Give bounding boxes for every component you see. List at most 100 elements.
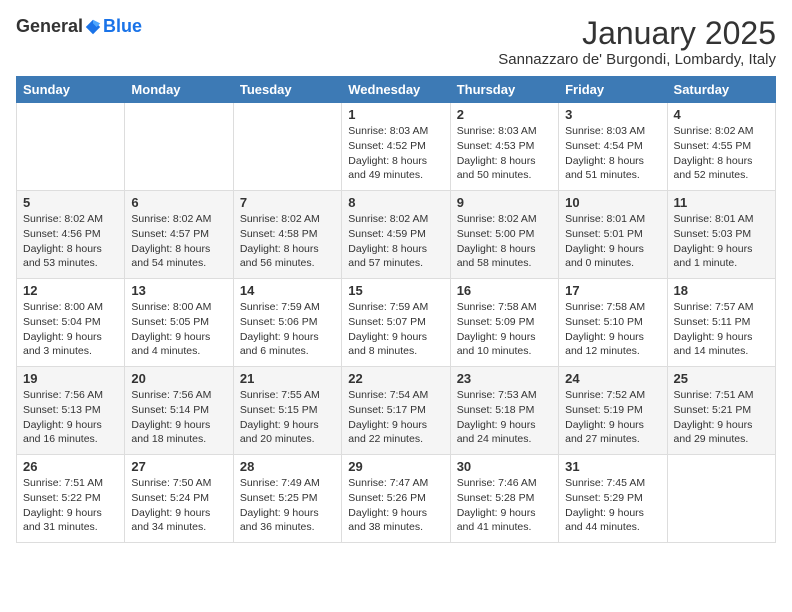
calendar-cell — [17, 103, 125, 191]
day-info: Sunrise: 8:02 AM Sunset: 4:58 PM Dayligh… — [240, 212, 335, 271]
title-block: January 2025 Sannazzaro de' Burgondi, Lo… — [498, 16, 776, 68]
calendar-cell: 8 Sunrise: 8:02 AM Sunset: 4:59 PM Daylig… — [342, 191, 450, 279]
day-info: Sunrise: 7:59 AM Sunset: 5:06 PM Dayligh… — [240, 300, 335, 359]
day-number: 22 — [348, 371, 443, 386]
calendar-cell: 11Sunrise: 8:01 AM Sunset: 5:03 PM Dayli… — [667, 191, 775, 279]
calendar-cell: 22Sunrise: 7:54 AM Sunset: 5:17 PM Dayli… — [342, 367, 450, 455]
day-number: 25 — [674, 371, 769, 386]
day-info: Sunrise: 7:59 AM Sunset: 5:07 PM Dayligh… — [348, 300, 443, 359]
day-number: 8 — [348, 195, 443, 210]
day-info: Sunrise: 7:57 AM Sunset: 5:11 PM Dayligh… — [674, 300, 769, 359]
day-info: Sunrise: 7:56 AM Sunset: 5:13 PM Dayligh… — [23, 388, 118, 447]
calendar-cell: 27 Sunrise: 7:50 AM Sunset: 5:24 PM Dayli… — [125, 455, 233, 543]
day-info: Sunrise: 7:56 AM Sunset: 5:14 PM Dayligh… — [131, 388, 226, 447]
weekday-header: Sunday — [17, 77, 125, 103]
calendar-cell: 17 Sunrise: 7:58 AM Sunset: 5:10 PM Dayli… — [559, 279, 667, 367]
calendar-cell: 6 Sunrise: 8:02 AM Sunset: 4:57 PM Daylig… — [125, 191, 233, 279]
calendar-cell: 4Sunrise: 8:02 AM Sunset: 4:55 PM Daylig… — [667, 103, 775, 191]
logo-general-text: General — [16, 16, 83, 37]
day-info: Sunrise: 7:53 AM Sunset: 5:18 PM Dayligh… — [457, 388, 552, 447]
calendar-cell: 15 Sunrise: 7:59 AM Sunset: 5:07 PM Dayli… — [342, 279, 450, 367]
weekday-header: Tuesday — [233, 77, 341, 103]
calendar-week-row: 19 Sunrise: 7:56 AM Sunset: 5:13 PM Dayli… — [17, 367, 776, 455]
day-number: 27 — [131, 459, 226, 474]
day-number: 18 — [674, 283, 769, 298]
month-title: January 2025 — [498, 16, 776, 51]
day-info: Sunrise: 7:52 AM Sunset: 5:19 PM Dayligh… — [565, 388, 660, 447]
calendar-cell: 28 Sunrise: 7:49 AM Sunset: 5:25 PM Dayli… — [233, 455, 341, 543]
calendar-cell: 1 Sunrise: 8:03 AM Sunset: 4:52 PM Daylig… — [342, 103, 450, 191]
day-number: 13 — [131, 283, 226, 298]
day-number: 16 — [457, 283, 552, 298]
weekday-header: Friday — [559, 77, 667, 103]
day-info: Sunrise: 8:01 AM Sunset: 5:01 PM Dayligh… — [565, 212, 660, 271]
day-number: 7 — [240, 195, 335, 210]
day-info: Sunrise: 8:00 AM Sunset: 5:04 PM Dayligh… — [23, 300, 118, 359]
day-number: 3 — [565, 107, 660, 122]
day-number: 1 — [348, 107, 443, 122]
calendar-cell: 10 Sunrise: 8:01 AM Sunset: 5:01 PM Dayli… — [559, 191, 667, 279]
page-header: General Blue January 2025 Sannazzaro de'… — [16, 16, 776, 68]
logo-blue-text: Blue — [103, 16, 142, 37]
calendar-cell: 2 Sunrise: 8:03 AM Sunset: 4:53 PM Daylig… — [450, 103, 558, 191]
day-number: 30 — [457, 459, 552, 474]
day-number: 6 — [131, 195, 226, 210]
calendar-cell: 13Sunrise: 8:00 AM Sunset: 5:05 PM Dayli… — [125, 279, 233, 367]
day-number: 20 — [131, 371, 226, 386]
day-number: 26 — [23, 459, 118, 474]
calendar-week-row: 1 Sunrise: 8:03 AM Sunset: 4:52 PM Daylig… — [17, 103, 776, 191]
day-info: Sunrise: 8:02 AM Sunset: 4:57 PM Dayligh… — [131, 212, 226, 271]
day-number: 10 — [565, 195, 660, 210]
day-info: Sunrise: 8:02 AM Sunset: 4:56 PM Dayligh… — [23, 212, 118, 271]
calendar-cell: 7 Sunrise: 8:02 AM Sunset: 4:58 PM Daylig… — [233, 191, 341, 279]
day-number: 17 — [565, 283, 660, 298]
calendar-cell: 19 Sunrise: 7:56 AM Sunset: 5:13 PM Dayli… — [17, 367, 125, 455]
calendar-cell: 16 Sunrise: 7:58 AM Sunset: 5:09 PM Dayli… — [450, 279, 558, 367]
calendar-header-row: SundayMondayTuesdayWednesdayThursdayFrid… — [17, 77, 776, 103]
calendar-cell — [667, 455, 775, 543]
calendar-cell: 12 Sunrise: 8:00 AM Sunset: 5:04 PM Dayli… — [17, 279, 125, 367]
day-info: Sunrise: 8:02 AM Sunset: 4:59 PM Dayligh… — [348, 212, 443, 271]
day-info: Sunrise: 7:50 AM Sunset: 5:24 PM Dayligh… — [131, 476, 226, 535]
day-info: Sunrise: 7:51 AM Sunset: 5:21 PM Dayligh… — [674, 388, 769, 447]
day-number: 4 — [674, 107, 769, 122]
calendar-cell: 23Sunrise: 7:53 AM Sunset: 5:18 PM Dayli… — [450, 367, 558, 455]
calendar-cell: 20 Sunrise: 7:56 AM Sunset: 5:14 PM Dayli… — [125, 367, 233, 455]
day-info: Sunrise: 7:58 AM Sunset: 5:10 PM Dayligh… — [565, 300, 660, 359]
day-info: Sunrise: 7:58 AM Sunset: 5:09 PM Dayligh… — [457, 300, 552, 359]
calendar-cell: 31Sunrise: 7:45 AM Sunset: 5:29 PM Dayli… — [559, 455, 667, 543]
day-number: 28 — [240, 459, 335, 474]
day-info: Sunrise: 8:03 AM Sunset: 4:54 PM Dayligh… — [565, 124, 660, 183]
calendar-cell: 25 Sunrise: 7:51 AM Sunset: 5:21 PM Dayli… — [667, 367, 775, 455]
day-info: Sunrise: 7:51 AM Sunset: 5:22 PM Dayligh… — [23, 476, 118, 535]
day-info: Sunrise: 8:03 AM Sunset: 4:53 PM Dayligh… — [457, 124, 552, 183]
day-info: Sunrise: 8:03 AM Sunset: 4:52 PM Dayligh… — [348, 124, 443, 183]
calendar-table: SundayMondayTuesdayWednesdayThursdayFrid… — [16, 76, 776, 543]
day-number: 24 — [565, 371, 660, 386]
day-number: 15 — [348, 283, 443, 298]
day-number: 29 — [348, 459, 443, 474]
day-number: 5 — [23, 195, 118, 210]
day-info: Sunrise: 7:47 AM Sunset: 5:26 PM Dayligh… — [348, 476, 443, 535]
logo: General Blue — [16, 16, 142, 37]
calendar-cell: 30 Sunrise: 7:46 AM Sunset: 5:28 PM Dayli… — [450, 455, 558, 543]
day-number: 2 — [457, 107, 552, 122]
day-info: Sunrise: 8:02 AM Sunset: 5:00 PM Dayligh… — [457, 212, 552, 271]
weekday-header: Saturday — [667, 77, 775, 103]
day-number: 12 — [23, 283, 118, 298]
day-number: 31 — [565, 459, 660, 474]
calendar-cell — [233, 103, 341, 191]
day-info: Sunrise: 7:49 AM Sunset: 5:25 PM Dayligh… — [240, 476, 335, 535]
calendar-cell: 9 Sunrise: 8:02 AM Sunset: 5:00 PM Daylig… — [450, 191, 558, 279]
calendar-week-row: 12 Sunrise: 8:00 AM Sunset: 5:04 PM Dayli… — [17, 279, 776, 367]
day-number: 9 — [457, 195, 552, 210]
day-number: 11 — [674, 195, 769, 210]
day-number: 21 — [240, 371, 335, 386]
calendar-week-row: 5 Sunrise: 8:02 AM Sunset: 4:56 PM Daylig… — [17, 191, 776, 279]
calendar-cell: 14Sunrise: 7:59 AM Sunset: 5:06 PM Dayli… — [233, 279, 341, 367]
weekday-header: Wednesday — [342, 77, 450, 103]
calendar-cell: 3 Sunrise: 8:03 AM Sunset: 4:54 PM Daylig… — [559, 103, 667, 191]
weekday-header: Monday — [125, 77, 233, 103]
day-number: 19 — [23, 371, 118, 386]
day-info: Sunrise: 7:46 AM Sunset: 5:28 PM Dayligh… — [457, 476, 552, 535]
